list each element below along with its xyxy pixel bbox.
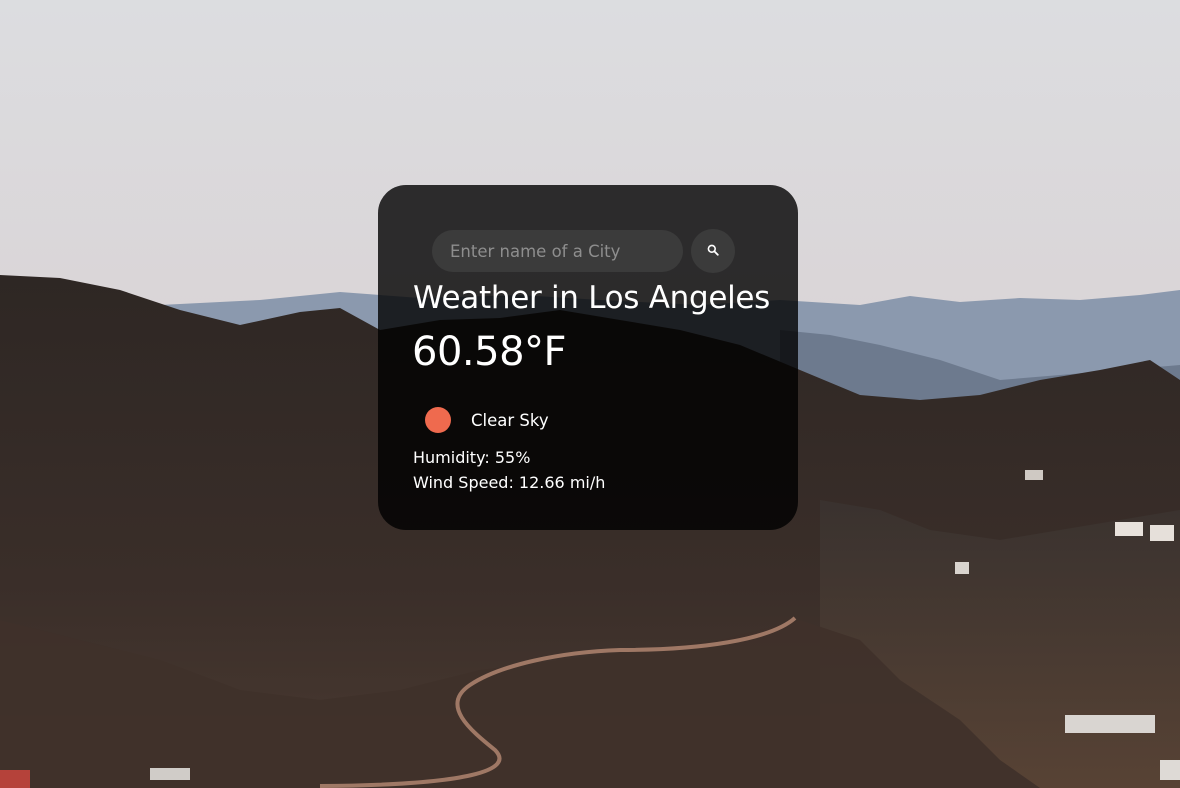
city-title: Weather in Los Angeles bbox=[413, 280, 771, 316]
search-icon bbox=[707, 244, 719, 259]
city-search-input[interactable] bbox=[432, 230, 683, 272]
search-button[interactable] bbox=[691, 229, 735, 273]
condition-text: Clear Sky bbox=[471, 410, 549, 430]
weather-condition: Clear Sky bbox=[425, 407, 549, 433]
weather-card: Weather in Los Angeles 60.58°F Clear Sky… bbox=[378, 185, 798, 530]
wind-speed-text: Wind Speed: 12.66 mi/h bbox=[413, 473, 606, 492]
search-bar bbox=[432, 229, 735, 273]
sun-icon bbox=[425, 407, 451, 433]
temperature: 60.58°F bbox=[412, 329, 567, 375]
humidity-text: Humidity: 55% bbox=[413, 448, 531, 467]
